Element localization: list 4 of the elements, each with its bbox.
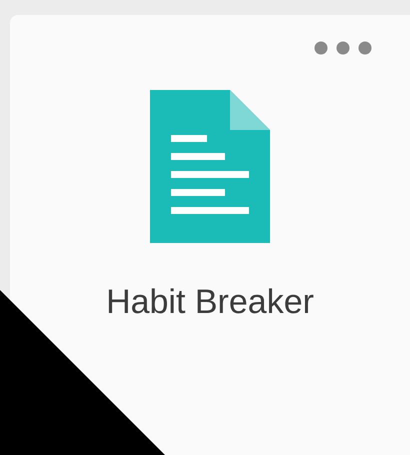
document-icon [150,90,270,243]
app-card[interactable]: Habit Breaker [10,15,410,455]
more-options-icon[interactable] [314,41,372,55]
app-title: Habit Breaker [106,283,314,322]
